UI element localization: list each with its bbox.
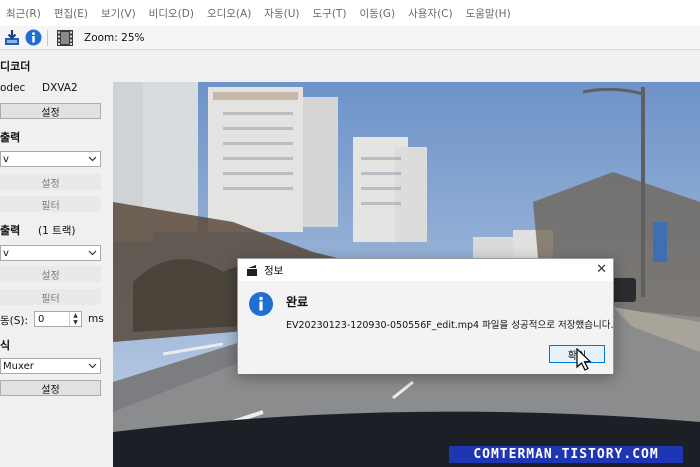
shift-unit: ms xyxy=(88,313,104,325)
close-icon[interactable]: ✕ xyxy=(596,262,607,277)
video-filter-button[interactable]: 필터 xyxy=(0,196,101,212)
dialog-body: 완료 EV20230123-120930-050556F_edit.mp4 파일… xyxy=(238,281,613,374)
video-output-title: 출력 xyxy=(0,131,21,144)
filmstrip-icon[interactable] xyxy=(56,29,74,47)
video-output-combo[interactable]: v xyxy=(0,151,101,167)
chevron-down-icon xyxy=(88,248,97,260)
decoder-settings-button[interactable]: 설정 xyxy=(0,103,101,119)
menu-help[interactable]: 도움말(H) xyxy=(466,6,511,21)
menu-go[interactable]: 이동(G) xyxy=(359,6,395,21)
shift-value: 0 xyxy=(38,313,45,325)
shift-label: 동(S): xyxy=(0,315,29,327)
menu-audio[interactable]: 오디오(A) xyxy=(207,6,251,21)
dialog-app-icon xyxy=(246,264,258,277)
dialog-message: EV20230123-120930-050556F_edit.mp4 파일을 성… xyxy=(286,320,614,331)
menu-recent[interactable]: 최근(R) xyxy=(6,6,41,21)
save-icon[interactable] xyxy=(3,29,21,47)
site-watermark: COMTERMAN.TISTORY.COM xyxy=(449,446,683,463)
menu-auto[interactable]: 자동(U) xyxy=(264,6,299,21)
audio-settings-button[interactable]: 설정 xyxy=(0,266,101,282)
codec-label: odec xyxy=(0,82,26,94)
muxer-combo-value: Muxer xyxy=(3,360,34,372)
audio-output-combo-value: v xyxy=(3,247,9,259)
zoom-label: Zoom: 25% xyxy=(84,31,145,44)
audio-output-combo[interactable]: v xyxy=(0,245,101,261)
video-settings-button[interactable]: 설정 xyxy=(0,174,101,190)
info-large-icon xyxy=(248,291,274,320)
codec-value: DXVA2 xyxy=(42,82,78,94)
muxer-settings-button[interactable]: 설정 xyxy=(0,380,101,396)
chevron-down-icon xyxy=(88,361,97,373)
menu-bar: 최근(R) 편집(E) 보기(V) 비디오(D) 오디오(A) 자동(U) 도구… xyxy=(0,0,700,26)
audio-filter-button[interactable]: 필터 xyxy=(0,289,101,305)
info-dialog: 정보 ✕ 완료 EV20230123-120930-050556F_edit.m… xyxy=(237,258,614,374)
stepper-up-icon[interactable]: ▲ xyxy=(70,312,81,319)
decoder-title: 디코더 xyxy=(0,60,31,73)
stepper-down-icon[interactable]: ▼ xyxy=(70,319,81,326)
menu-edit[interactable]: 편집(E) xyxy=(54,6,88,21)
toolbar-separator xyxy=(47,29,48,46)
audio-output-title: 출력 xyxy=(0,224,21,237)
left-panel: 디코더 odec DXVA2 설정 출력 v 설정 필터 출력 (1 트랙) v… xyxy=(0,51,112,467)
info-icon[interactable] xyxy=(24,29,42,47)
dialog-titlebar[interactable]: 정보 ✕ xyxy=(238,259,613,281)
menu-custom[interactable]: 사용자(C) xyxy=(408,6,453,21)
audio-track-count: (1 트랙) xyxy=(38,225,76,237)
menu-video[interactable]: 비디오(D) xyxy=(149,6,194,21)
format-title: 식 xyxy=(0,339,11,352)
dialog-title: 정보 xyxy=(264,264,284,277)
menu-view[interactable]: 보기(V) xyxy=(101,6,136,21)
dialog-heading: 완료 xyxy=(286,295,309,309)
stepper-arrows[interactable]: ▲ ▼ xyxy=(69,312,81,326)
muxer-combo[interactable]: Muxer xyxy=(0,358,101,374)
chevron-down-icon xyxy=(88,154,97,166)
toolbar: Zoom: 25% xyxy=(0,26,700,50)
cursor-arrow-icon xyxy=(576,347,592,375)
menu-tools[interactable]: 도구(T) xyxy=(313,6,347,21)
shift-stepper[interactable]: 0 ▲ ▼ xyxy=(34,311,82,327)
video-output-combo-value: v xyxy=(3,153,9,165)
